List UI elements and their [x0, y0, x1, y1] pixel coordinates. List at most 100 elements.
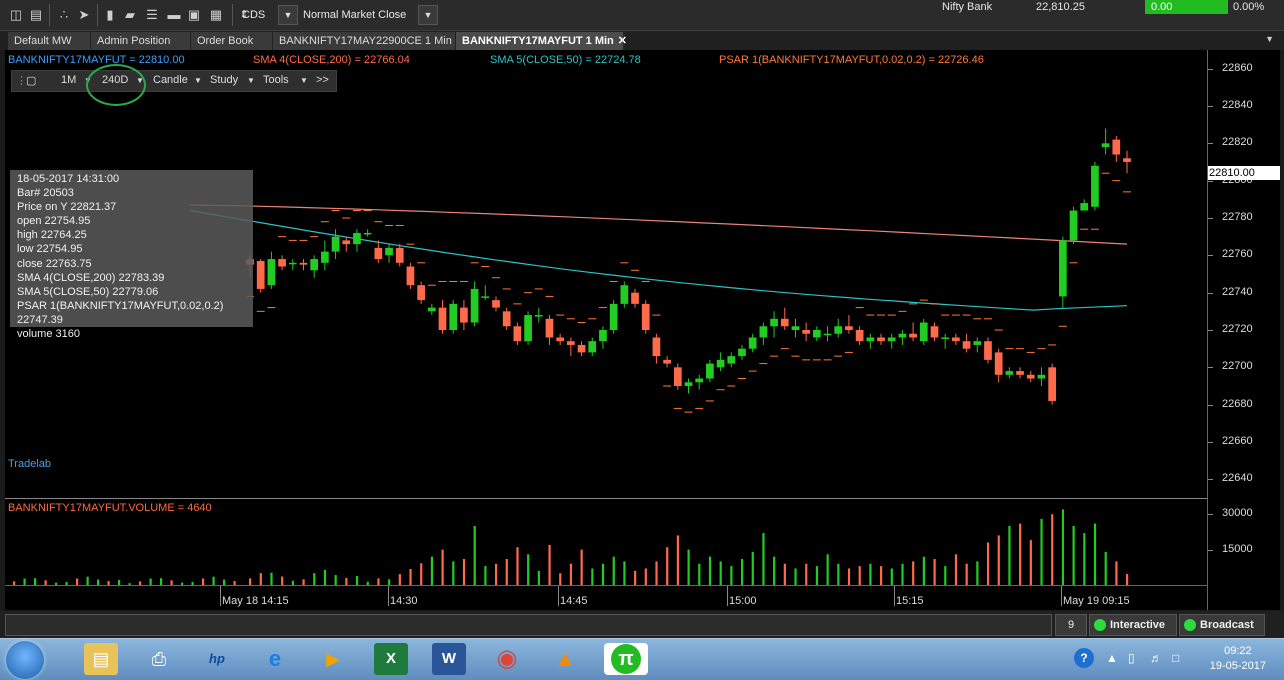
volume-bar [687, 549, 690, 585]
market-status-dropdown-arrow[interactable]: ▼ [278, 5, 298, 25]
volume-bar [494, 563, 498, 585]
interactive-label: Interactive [1110, 619, 1166, 631]
volume-bar [655, 561, 658, 585]
connection-dot-icon [1094, 619, 1106, 632]
candle-body [492, 300, 500, 308]
volume-bar [452, 561, 455, 585]
tools-menu[interactable]: Tools [263, 74, 289, 86]
tab-fut-chart[interactable]: BANKNIFTY17MAYFUT 1 Min ✕ [456, 32, 627, 50]
candle-body [834, 326, 843, 334]
tab-overflow-icon[interactable]: ▼ [1265, 34, 1274, 44]
candle-body [374, 247, 383, 260]
tab-option-chart[interactable]: BANKNIFTY17MAY22900CE 1 Min [273, 32, 456, 50]
close-icon[interactable]: ✕ [618, 35, 627, 47]
tab-label: Default MW [14, 35, 72, 47]
candle-body [1123, 158, 1131, 162]
volume-bar [160, 578, 163, 585]
network-icon[interactable]: □ [1172, 651, 1179, 665]
battery-icon[interactable]: ▯ [1128, 651, 1135, 665]
tab-order-book[interactable]: Order Book [191, 32, 273, 50]
tab-label: BANKNIFTY17MAYFUT 1 Min [462, 35, 614, 47]
broadcast-label: Broadcast [1200, 619, 1254, 631]
market-status-dropdown-arrow[interactable]: ▼ [418, 5, 438, 25]
study-menu[interactable]: Study [210, 74, 238, 86]
chart-icon[interactable]: ∴ [56, 7, 72, 23]
price-tick-label: 22780 [1222, 211, 1253, 223]
volume-bar [323, 569, 327, 585]
more-button[interactable]: >> [316, 74, 329, 86]
psar-label: PSAR 1(BANKNIFTY17MAYFUT,0.02,0.2) = 227… [719, 54, 984, 66]
price-tick [1208, 218, 1213, 219]
save-icon[interactable]: ▤ [28, 7, 44, 23]
word-icon[interactable]: W [432, 643, 466, 675]
info-bar: Bar# 20503 [17, 187, 74, 200]
open-book-icon[interactable]: ▰ [122, 7, 138, 23]
interactive-status[interactable]: Interactive [1089, 614, 1177, 636]
help-icon[interactable]: ? [1074, 648, 1094, 668]
time-tick [388, 586, 389, 606]
candle-body [973, 341, 982, 345]
index-change-pct: 0.00% [1233, 1, 1265, 13]
printer-icon[interactable]: ⎙ [142, 643, 176, 675]
book-icon[interactable]: ▮ [102, 7, 118, 23]
candle-selector[interactable]: Candle [153, 74, 188, 86]
message-count[interactable]: 9 [1055, 614, 1087, 636]
tab-default-mw[interactable]: Default MW [8, 32, 91, 50]
price-tick [1208, 442, 1213, 443]
chart-type-icon[interactable]: ▢ [26, 74, 36, 87]
interval-selector[interactable]: 1M [61, 74, 76, 86]
file-explorer-icon[interactable]: ▤ [84, 643, 118, 675]
index-value: 22,810.25 [1036, 1, 1085, 13]
volume-bar [676, 535, 680, 585]
briefcase-icon[interactable]: ▣ [186, 7, 202, 23]
candle-body [427, 307, 436, 312]
volume-bar [901, 563, 904, 585]
index-name: Nifty Bank [942, 1, 993, 13]
info-psar: PSAR 1(BANKNIFTY17MAYFUT,0.02,0.2) 22747… [17, 299, 224, 326]
status-message-area [5, 614, 1052, 636]
toolbar-separator [49, 4, 50, 26]
media-player-icon[interactable]: ▶ [316, 643, 350, 675]
tradelab-app-icon[interactable]: π [604, 643, 648, 675]
vlc-icon[interactable]: ▲ [548, 643, 582, 675]
system-clock[interactable]: 09:22 19-05-2017 [1210, 644, 1266, 674]
list-icon[interactable]: ☰ [144, 7, 160, 23]
volume-bar [986, 542, 990, 585]
hp-icon[interactable]: hp [200, 643, 234, 675]
price-tick-label: 22700 [1222, 360, 1253, 373]
tray-expand-icon[interactable]: ▲ [1106, 651, 1118, 665]
chevron-down-icon[interactable]: ▼ [300, 76, 308, 85]
tab-label: BANKNIFTY17MAY22900CE 1 Min [279, 35, 452, 47]
excel-icon[interactable]: X [374, 643, 408, 675]
volume-bar [773, 556, 776, 585]
candle-body [887, 337, 896, 342]
rocket-icon[interactable]: ➤ [76, 7, 92, 23]
chrome-icon[interactable]: ◉ [490, 643, 524, 675]
volume-divider[interactable] [5, 498, 1207, 499]
minus-box-icon[interactable]: ▬ [166, 7, 182, 23]
candle-body [385, 247, 393, 256]
candle-body [1058, 240, 1067, 297]
price-tick [1208, 367, 1213, 369]
grid-icon[interactable]: ▦ [208, 7, 224, 23]
market-status-label[interactable]: Normal Market Close [297, 5, 417, 25]
internet-explorer-icon[interactable]: e [258, 643, 292, 675]
candle-body [256, 260, 265, 289]
broadcast-status[interactable]: Broadcast [1179, 614, 1265, 636]
volume-bar [86, 576, 89, 585]
candle-body [641, 303, 650, 330]
start-button[interactable] [6, 641, 44, 679]
tab-admin-position[interactable]: Admin Position [91, 32, 191, 50]
price-axis[interactable]: 2286022840228202280022780227602274022720… [1207, 50, 1280, 610]
volume-bar [997, 535, 1000, 585]
chart-panel[interactable]: BANKNIFTY17MAYFUT = 22810.00 SMA 4(CLOSE… [5, 50, 1207, 610]
volume-icon[interactable]: ♬ [1150, 651, 1162, 665]
new-window-icon[interactable]: ◫ [8, 7, 24, 23]
candle-body [727, 356, 736, 364]
sma50-label: SMA 5(CLOSE,50) = 22724.78 [490, 54, 641, 66]
chevron-down-icon[interactable]: ▼ [194, 76, 202, 85]
volume-bar [890, 568, 893, 585]
price-tick-label: 22760 [1222, 248, 1253, 261]
volume-bar [601, 563, 605, 585]
chevron-down-icon[interactable]: ▼ [247, 76, 255, 85]
